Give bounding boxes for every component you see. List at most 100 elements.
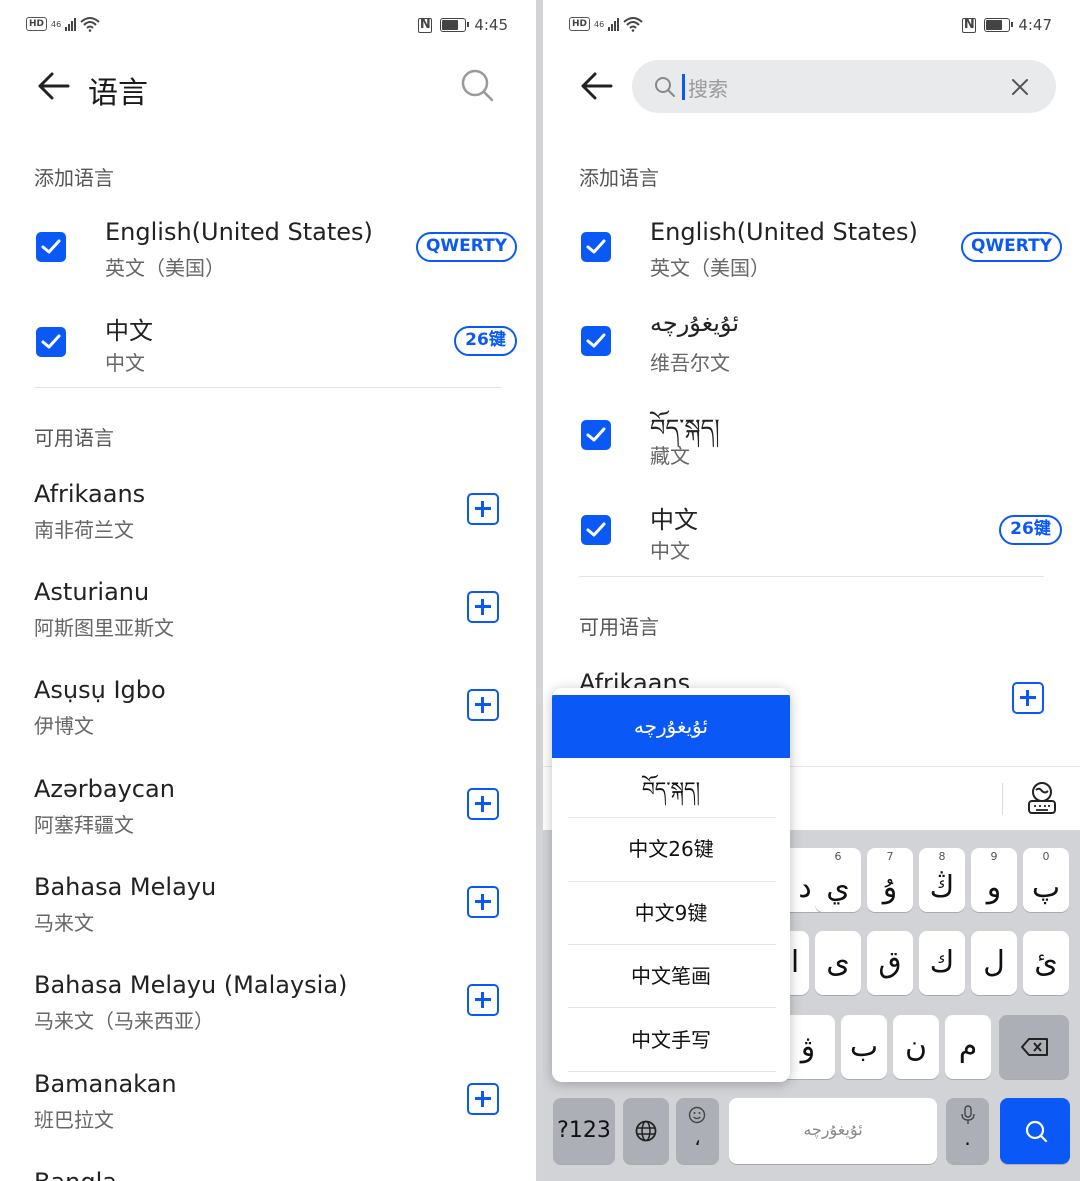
checkbox-checked[interactable]	[36, 232, 66, 262]
language-subtitle: 英文（美国）	[650, 256, 770, 280]
emoji-icon	[688, 1106, 706, 1124]
key[interactable]: 9و	[971, 848, 1017, 912]
add-language-icon[interactable]	[467, 984, 499, 1016]
keyboard-settings-icon[interactable]	[1027, 781, 1057, 815]
text-cursor	[682, 74, 685, 100]
battery-icon	[984, 18, 1014, 32]
language-name: English(United States)	[650, 218, 918, 246]
option-divider	[568, 1007, 776, 1008]
key[interactable]: ل	[971, 931, 1017, 995]
language-subtitle: 马来文	[34, 911, 94, 935]
add-language-icon[interactable]	[467, 591, 499, 623]
language-name: Bangla	[34, 1168, 117, 1181]
add-language-icon[interactable]	[467, 493, 499, 525]
nfc-icon: N	[962, 16, 977, 33]
input-method-option[interactable]: 中文笔画	[552, 945, 790, 1008]
key[interactable]: 8ڭ	[919, 848, 965, 912]
language-screen-right: HD 46 N 4:47 搜索 添加语言 English(United Stat…	[543, 0, 1080, 1181]
language-name: Bahasa Melayu (Malaysia)	[34, 971, 348, 999]
key[interactable]: 7ۇ	[867, 848, 913, 912]
wifi-icon	[623, 17, 643, 32]
mic-period-key[interactable]: .	[946, 1098, 989, 1164]
search-bar[interactable]: 搜索	[632, 60, 1056, 113]
add-language-icon[interactable]	[467, 886, 499, 918]
language-name: Bamanakan	[34, 1070, 177, 1098]
checkbox-checked[interactable]	[36, 327, 66, 357]
language-subtitle: 中文	[650, 539, 690, 563]
back-arrow-icon[interactable]	[34, 66, 74, 106]
section-divider	[579, 576, 1044, 577]
key[interactable]: ب	[841, 1015, 887, 1079]
add-language-icon[interactable]	[467, 788, 499, 820]
keyboard-layout-badge[interactable]: QWERTY	[416, 232, 517, 262]
space-key[interactable]: ئۇيغۇرچە	[729, 1098, 937, 1164]
add-language-icon[interactable]	[1012, 682, 1044, 714]
key[interactable]: ك	[919, 931, 965, 995]
language-name: Asụsụ Igbo	[34, 676, 166, 704]
checkbox-checked[interactable]	[581, 515, 611, 545]
language-name: Azərbaycan	[34, 775, 175, 803]
key[interactable]: م	[945, 1015, 991, 1079]
signal-icon	[608, 17, 620, 31]
input-method-option[interactable]: 中文26键	[552, 818, 790, 881]
emoji-comma-key[interactable]: ،	[676, 1098, 719, 1164]
option-divider	[568, 1071, 776, 1072]
available-languages-header: 可用语言	[34, 426, 114, 450]
checkbox-checked[interactable]	[581, 326, 611, 356]
keyboard-layout-badge[interactable]: 26键	[999, 515, 1062, 545]
key[interactable]: ق	[867, 931, 913, 995]
key[interactable]: ن	[893, 1015, 939, 1079]
input-method-option[interactable]: 中文9键	[552, 882, 790, 945]
section-divider	[34, 387, 502, 388]
search-icon[interactable]	[460, 68, 496, 104]
network-type: 46	[594, 19, 605, 29]
language-switch-key[interactable]	[623, 1098, 669, 1164]
language-subtitle: 中文	[105, 351, 145, 375]
input-method-option[interactable]: 中文手写	[552, 1009, 790, 1072]
key[interactable]: ى	[815, 931, 861, 995]
language-name: English(United States)	[105, 218, 373, 246]
keyboard-layout-badge[interactable]: 26键	[454, 326, 517, 356]
language-name: ئۇيغۇرچە	[650, 309, 740, 337]
added-languages-header: 添加语言	[34, 166, 114, 190]
input-method-popup: ئۇيغۇرچە བོད་སྐད། 中文26键 中文9键 中文笔画 中文手写	[552, 688, 790, 1082]
key[interactable]: ئ	[1023, 931, 1069, 995]
hd-icon: HD	[569, 17, 591, 31]
toolbar-separator	[1002, 783, 1003, 815]
clock: 4:47	[1018, 16, 1052, 34]
add-language-icon[interactable]	[467, 1083, 499, 1115]
search-input[interactable]: 搜索	[688, 73, 728, 102]
clear-icon[interactable]	[1010, 77, 1030, 97]
hd-icon: HD	[26, 17, 48, 31]
backspace-key[interactable]	[999, 1015, 1069, 1079]
backspace-icon	[1021, 1038, 1048, 1056]
clock: 4:45	[474, 16, 508, 34]
add-language-icon[interactable]	[467, 689, 499, 721]
network-type: 46	[51, 19, 62, 29]
language-name: Asturianu	[34, 578, 150, 606]
input-method-option[interactable]: བོད་སྐད།	[552, 758, 790, 821]
language-name: Bahasa Melayu	[34, 873, 217, 901]
signal-icon	[65, 17, 77, 31]
back-arrow-icon[interactable]	[577, 66, 617, 106]
microphone-icon	[961, 1105, 975, 1124]
language-subtitle: 藏文	[650, 444, 690, 468]
language-name: 中文	[105, 317, 153, 345]
symbols-key[interactable]: ?123	[553, 1098, 615, 1164]
panel-divider	[536, 0, 543, 1181]
language-subtitle: 马来文（马来西亚）	[34, 1009, 214, 1033]
language-subtitle: 英文（美国）	[105, 256, 225, 280]
nfc-icon: N	[418, 16, 433, 33]
language-name: Afrikaans	[34, 480, 146, 508]
key[interactable]: 6ي	[815, 848, 861, 912]
page-title: 语言	[88, 76, 148, 111]
key[interactable]: 0پ	[1023, 848, 1069, 912]
search-enter-key[interactable]	[1000, 1098, 1070, 1164]
keyboard-layout-badge[interactable]: QWERTY	[961, 232, 1062, 262]
input-method-option[interactable]: ئۇيغۇرچە	[552, 695, 790, 758]
wifi-icon	[80, 17, 100, 32]
language-subtitle: 维吾尔文	[650, 351, 730, 375]
status-bar: HD 46 N 4:47	[569, 16, 1052, 38]
checkbox-checked[interactable]	[581, 420, 611, 450]
checkbox-checked[interactable]	[581, 232, 611, 262]
